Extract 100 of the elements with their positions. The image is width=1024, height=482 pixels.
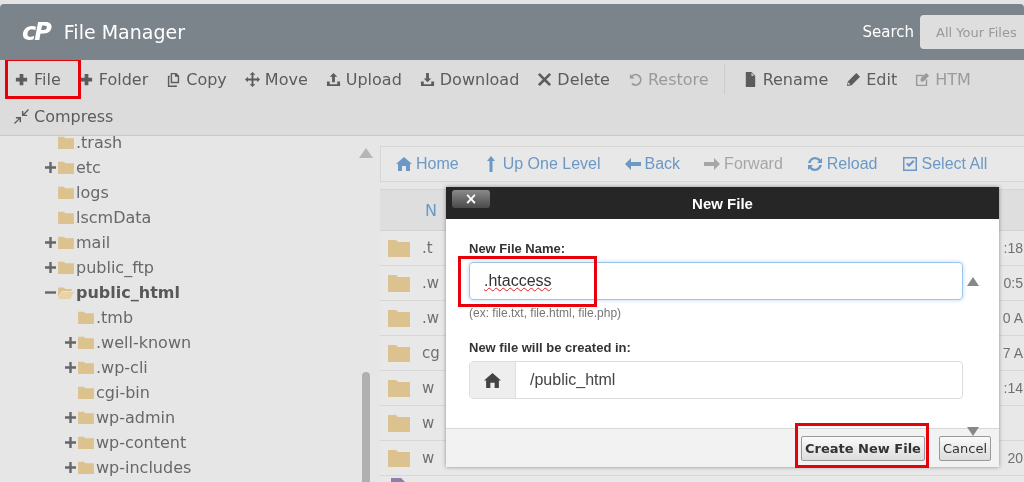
compress-icon <box>14 108 29 124</box>
folder-icon <box>78 386 94 399</box>
folder-icon <box>78 436 94 449</box>
dialog-button[interactable]: Create New File <box>801 435 925 461</box>
nav-button[interactable]: Select All <box>901 155 988 173</box>
tree-item[interactable]: .well-known <box>96 333 192 352</box>
app-title: File Manager <box>63 21 185 43</box>
folder-icon <box>78 461 94 474</box>
expand-plus-icon[interactable] <box>65 437 76 448</box>
folder-icon <box>388 379 410 397</box>
logo: cP <box>22 18 50 46</box>
x-icon <box>537 71 553 87</box>
file-name-cell: .w <box>422 309 440 327</box>
folder-icon <box>58 236 74 249</box>
plus-icon <box>78 71 94 87</box>
tree-item[interactable]: wp-includes <box>96 458 192 477</box>
folder-icon <box>58 261 74 274</box>
file-name-cell: w <box>422 379 435 397</box>
field-label: New file will be created in: <box>469 340 631 355</box>
search-label: Search <box>862 23 914 41</box>
tree-item[interactable]: .tmb <box>96 308 134 327</box>
file-name-cell: w <box>422 449 435 467</box>
expand-plus-icon[interactable] <box>45 162 56 173</box>
upload-icon <box>325 71 341 87</box>
scrollbar-thumb[interactable] <box>362 372 370 482</box>
pencil-icon <box>846 71 862 87</box>
move-arrows-icon <box>244 71 260 87</box>
nav-button[interactable]: Up One Level <box>482 155 601 173</box>
folder-icon <box>78 361 94 374</box>
expand-plus-icon[interactable] <box>65 412 76 423</box>
folder-icon <box>388 309 410 327</box>
tree-item[interactable]: logs <box>76 183 109 202</box>
undo-icon <box>627 71 643 87</box>
tree-item[interactable]: mail <box>76 233 111 252</box>
right-arrow-icon <box>704 156 721 172</box>
expand-plus-icon[interactable] <box>65 462 76 473</box>
checkbox-icon <box>901 156 918 172</box>
tree-item[interactable]: cgi-bin <box>96 383 150 402</box>
toolbar-button[interactable]: Upload <box>325 69 402 89</box>
folder-icon <box>58 161 74 174</box>
table-cell: :18 <box>1003 240 1024 256</box>
nav-button[interactable]: Home <box>396 155 459 173</box>
download-icon <box>419 71 435 87</box>
folder-icon <box>388 414 410 432</box>
folder-icon <box>388 239 410 257</box>
toolbar-button[interactable]: Compress <box>14 106 114 126</box>
open-folder-icon <box>58 286 74 299</box>
table-cell: 7 A <box>1002 345 1024 361</box>
reload-icon <box>806 156 823 172</box>
expand-plus-icon[interactable] <box>45 237 56 248</box>
file-name-cell: w <box>422 414 435 432</box>
folder-icon <box>388 274 410 292</box>
tree-item[interactable]: wp-admin <box>96 408 176 427</box>
tree-item[interactable]: lscmData <box>76 208 152 227</box>
file-name-input[interactable]: .htaccess <box>469 262 963 300</box>
dialog-button[interactable]: Cancel <box>938 435 991 461</box>
scroll-up-icon[interactable] <box>967 277 979 286</box>
folder-icon <box>78 311 94 324</box>
toolbar-button[interactable]: Folder <box>78 69 149 89</box>
file-name-cell: .w <box>422 274 440 292</box>
close-button[interactable]: × <box>452 190 490 208</box>
field-label: New File Name: <box>469 241 566 256</box>
toolbar-button[interactable]: Rename <box>742 69 829 89</box>
toolbar-button[interactable]: Move <box>244 69 308 89</box>
nav-button[interactable]: Reload <box>806 155 878 173</box>
field-hint: (ex: file.txt, file.html, file.php) <box>469 306 623 320</box>
file-name-cell: .t <box>422 239 433 257</box>
copy-icon <box>166 71 182 87</box>
plus-icon <box>14 71 29 87</box>
table-cell: :14 <box>1003 380 1024 396</box>
tree-item[interactable]: public_ftp <box>76 258 154 277</box>
tree-item[interactable]: etc <box>76 158 101 177</box>
folder-icon <box>58 186 74 199</box>
tree-item[interactable]: wp-content <box>96 433 187 452</box>
tree-item[interactable]: .trash <box>76 136 123 152</box>
tree-item[interactable]: public_html <box>76 283 180 302</box>
path-field: /public_html <box>469 361 963 399</box>
folder-icon <box>388 344 410 362</box>
folder-icon <box>58 211 74 224</box>
folder-icon <box>78 411 94 424</box>
home-icon <box>396 156 412 172</box>
toolbar-button[interactable]: Delete <box>537 69 610 89</box>
left-arrow-icon <box>624 156 641 172</box>
dialog-title: New File <box>692 194 753 212</box>
table-cell: 0 A <box>1002 310 1024 326</box>
expand-plus-icon[interactable] <box>65 362 76 373</box>
nav-button[interactable]: Back <box>624 155 681 173</box>
folder-icon <box>78 336 94 349</box>
table-cell: 20 <box>1007 450 1024 466</box>
folder-icon <box>388 449 410 467</box>
toolbar-button[interactable]: Edit <box>846 69 898 89</box>
expand-plus-icon[interactable] <box>65 337 76 348</box>
home-icon <box>484 371 501 389</box>
expand-plus-icon[interactable] <box>45 262 56 273</box>
toolbar-button[interactable]: Download <box>419 69 520 89</box>
table-cell: 0:5 <box>1003 275 1024 291</box>
toolbar-button[interactable]: Copy <box>166 69 227 89</box>
tree-item[interactable]: .wp-cli <box>96 358 148 377</box>
file-name-cell: cg <box>422 344 440 362</box>
toolbar-button[interactable]: File <box>14 69 61 89</box>
